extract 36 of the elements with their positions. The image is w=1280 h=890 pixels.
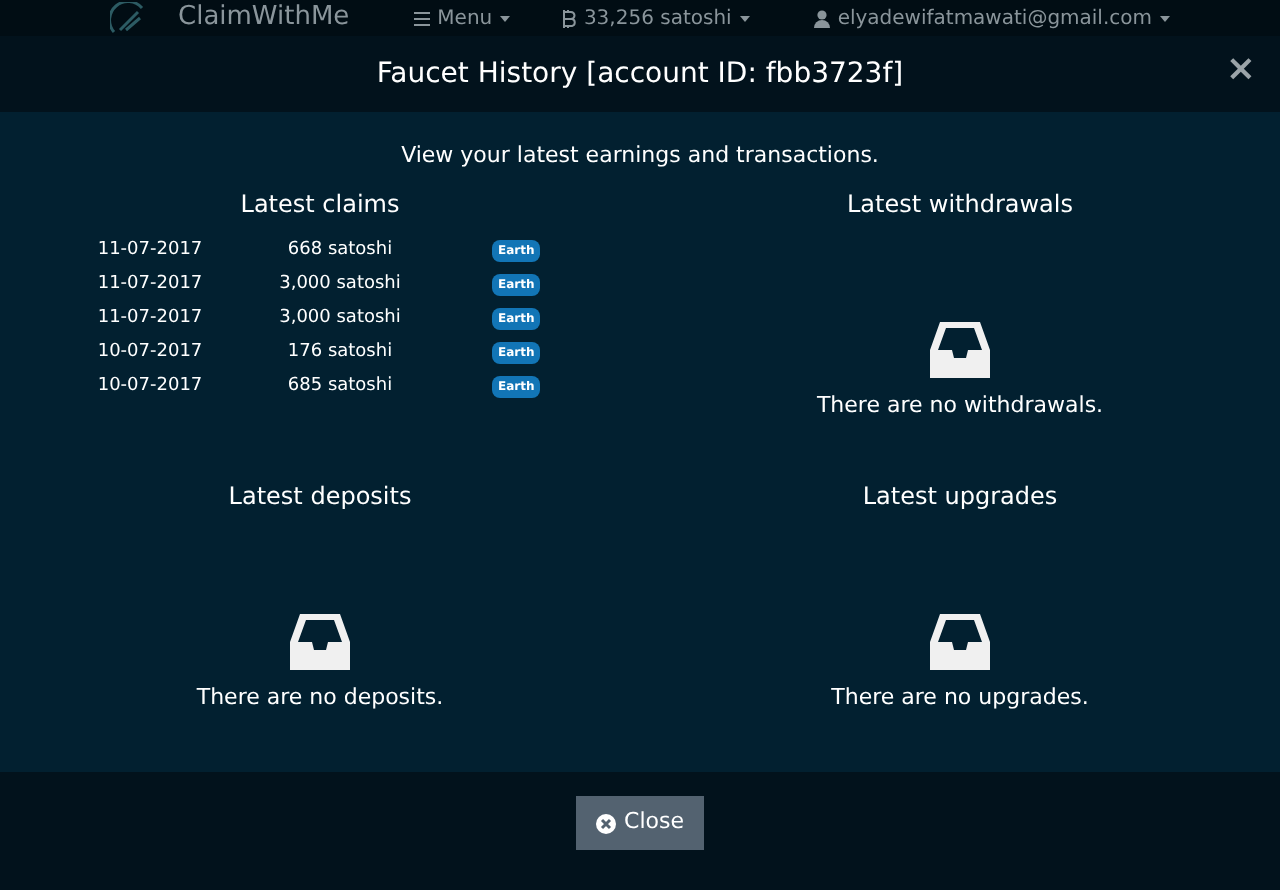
claim-amount: 176 satoshi bbox=[285, 339, 395, 366]
menu-icon bbox=[413, 11, 430, 25]
claim-amount: 3,000 satoshi bbox=[277, 305, 403, 332]
claim-amount: 3,000 satoshi bbox=[277, 271, 403, 298]
modal-title: Faucet History [account ID: fbb3723f] bbox=[376, 55, 904, 93]
bitcoin-icon bbox=[561, 9, 576, 27]
claim-date: 11-07-2017 bbox=[95, 305, 205, 332]
balance-link[interactable]: 33,256 satoshi bbox=[561, 3, 750, 33]
menu-link[interactable]: Menu bbox=[413, 3, 511, 33]
claim-date: 10-07-2017 bbox=[95, 339, 205, 366]
caret-icon bbox=[739, 15, 750, 21]
brand-name[interactable]: ClaimWithMe bbox=[178, 0, 350, 38]
caret-icon bbox=[1160, 15, 1170, 21]
claim-amount: 668 satoshi bbox=[285, 237, 395, 264]
inbox-icon bbox=[290, 610, 350, 674]
empty-message: There are no deposits. bbox=[196, 682, 444, 714]
caret-icon bbox=[500, 15, 511, 21]
intro-text: View your latest earnings and transactions. bbox=[401, 140, 879, 172]
close-button[interactable]: × bbox=[1225, 52, 1256, 88]
claim-date: 11-07-2017 bbox=[95, 237, 205, 264]
section-title: Latest withdrawals bbox=[846, 187, 1073, 221]
account-link[interactable]: elyadewifatmawati@gmail.com bbox=[813, 3, 1170, 33]
section-title: Latest claims bbox=[240, 187, 400, 221]
section-title: Latest upgrades bbox=[862, 480, 1058, 514]
claim-amount: 685 satoshi bbox=[285, 373, 395, 400]
claim-date: 11-07-2017 bbox=[95, 271, 205, 298]
claim-date: 10-07-2017 bbox=[95, 373, 205, 400]
empty-message: There are no upgrades. bbox=[831, 682, 1089, 714]
close-button[interactable]: Close bbox=[576, 796, 704, 850]
user-icon bbox=[813, 9, 830, 27]
empty-message: There are no withdrawals. bbox=[816, 389, 1104, 421]
logo-icon bbox=[110, 2, 146, 34]
inbox-icon bbox=[929, 610, 990, 674]
close-circle-icon bbox=[596, 813, 617, 833]
inbox-icon bbox=[930, 317, 990, 381]
section-title: Latest deposits bbox=[228, 480, 412, 514]
